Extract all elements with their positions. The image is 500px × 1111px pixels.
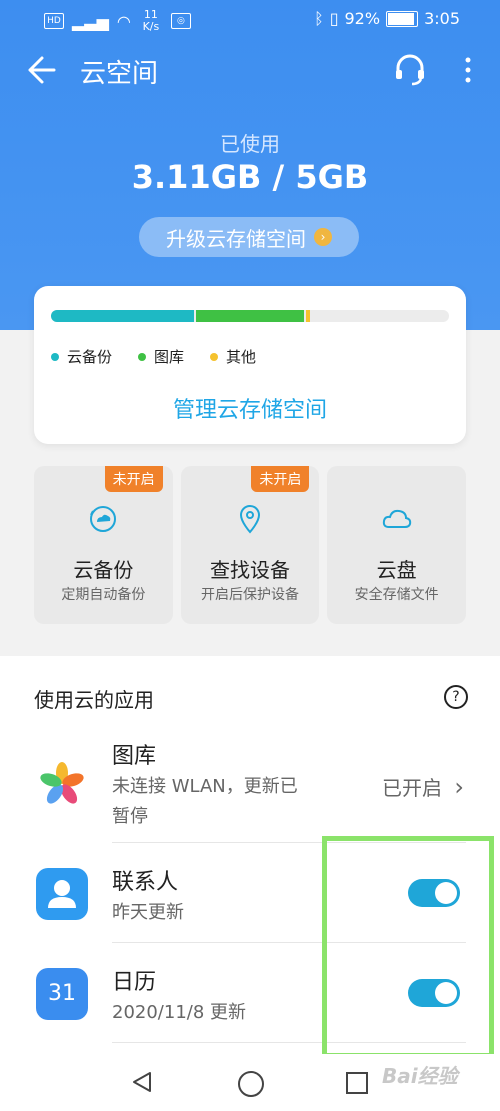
upgrade-storage-button[interactable]: 升级云存储空间 › (139, 217, 359, 257)
bluetooth-icon: ᛒ (314, 9, 324, 28)
battery-icon (386, 10, 419, 27)
app-name: 日历 (112, 970, 157, 995)
app-status-label: 已开启 (382, 776, 443, 800)
legend-label: 云备份 (67, 348, 113, 366)
contacts-icon (36, 868, 88, 920)
used-label: 已使用 (220, 132, 280, 156)
tile-name: 云备份 (73, 558, 134, 582)
app-subtitle: 2020/11/8 更新 (112, 1002, 247, 1023)
vibrate-icon: ▯ (329, 9, 339, 28)
storage-segment (51, 310, 195, 322)
customer-service-icon[interactable] (392, 52, 428, 88)
tile-cloud-drive[interactable]: 云盘 安全存储文件 (327, 466, 467, 624)
app-subtitle: 昨天更新 (112, 902, 184, 923)
tile-cloud-backup[interactable]: 未开启 云备份 定期自动备份 (34, 466, 173, 624)
page-title: 云空间 (80, 59, 159, 89)
used-storage-value: 3.11GB / 5GB (131, 158, 369, 196)
app-subtitle-line2: 暂停 (112, 806, 148, 827)
app-name: 图库 (112, 744, 157, 769)
chevron-right-icon: › (454, 773, 464, 801)
nav-back-icon[interactable] (132, 1071, 152, 1093)
nav-home-icon[interactable] (238, 1071, 264, 1097)
tile-subtitle: 定期自动备份 (61, 587, 146, 603)
legend-item-other: 其他 (210, 346, 256, 367)
app-row-gallery[interactable]: 图库 未连接 WLAN，更新已 暂停 已开启 › (0, 736, 500, 836)
wifi-icon: ◠ (116, 11, 131, 31)
manage-storage-link[interactable]: 管理云存储空间 (34, 392, 466, 424)
section-title: 使用云的应用 (34, 688, 154, 712)
nav-recent-apps-icon[interactable] (346, 1072, 368, 1094)
legend-dot (138, 352, 147, 361)
storage-legend: 云备份 图库 其他 (51, 346, 256, 367)
storage-segment (305, 310, 310, 322)
header-background: HD ▂▃▅ ◠ 11 K/s ◎ ᛒ ▯ 92% 3:05 云空间 已使用 3… (0, 0, 500, 330)
legend-label: 其他 (226, 348, 257, 366)
signal-icon: ▂▃▅ (72, 11, 109, 31)
highlight-box (322, 836, 494, 1058)
storage-usage-bar (51, 310, 449, 322)
status-badge: 未开启 (251, 466, 310, 492)
tile-subtitle: 开启后保护设备 (201, 587, 299, 603)
hd-icon: HD (44, 13, 64, 29)
cloud-icon (382, 509, 411, 528)
legend-item-backup: 云备份 (51, 346, 112, 367)
back-arrow-icon[interactable] (22, 52, 58, 88)
top-app-bar: 云空间 (0, 40, 500, 100)
watermark-logo: Bai经验 (382, 1064, 458, 1088)
storage-segment (196, 310, 304, 322)
tile-name: 查找设备 (210, 558, 290, 582)
legend-label: 图库 (154, 348, 185, 366)
legend-item-gallery: 图库 (138, 346, 184, 367)
help-icon[interactable]: ? (444, 685, 468, 709)
legend-dot (51, 352, 59, 361)
battery-percent: 92% (344, 9, 381, 28)
legend-dot (210, 352, 219, 361)
status-bar: HD ▂▃▅ ◠ 11 K/s ◎ ᛒ ▯ 92% 3:05 (0, 0, 500, 36)
app-name: 联系人 (112, 870, 179, 895)
more-options-icon[interactable] (458, 52, 478, 88)
status-badge: 未开启 (104, 466, 163, 492)
tile-subtitle: 安全存储文件 (354, 587, 439, 603)
app-subtitle: 未连接 WLAN，更新已 (112, 776, 298, 797)
gallery-icon (36, 758, 88, 810)
net-speed: 11 K/s (142, 8, 160, 33)
chevron-right-icon: › (314, 228, 332, 246)
tile-find-device[interactable]: 未开启 查找设备 开启后保护设备 (180, 466, 320, 624)
storage-card: 云备份 图库 其他 管理云存储空间 (34, 286, 466, 444)
cloud-sync-icon (90, 506, 117, 532)
clock: 3:05 (424, 9, 460, 28)
app-status: 已开启 › (382, 772, 464, 801)
location-pin-icon (239, 504, 261, 534)
feature-tiles: 未开启 云备份 定期自动备份 未开启 查找设备 开启后保护设备 云盘 安全存储文… (34, 466, 467, 624)
calendar-icon: 31 (36, 968, 88, 1020)
upgrade-label: 升级云存储空间 (166, 226, 306, 251)
app-notification-icon: ◎ (170, 13, 191, 29)
tile-name: 云盘 (376, 558, 417, 582)
